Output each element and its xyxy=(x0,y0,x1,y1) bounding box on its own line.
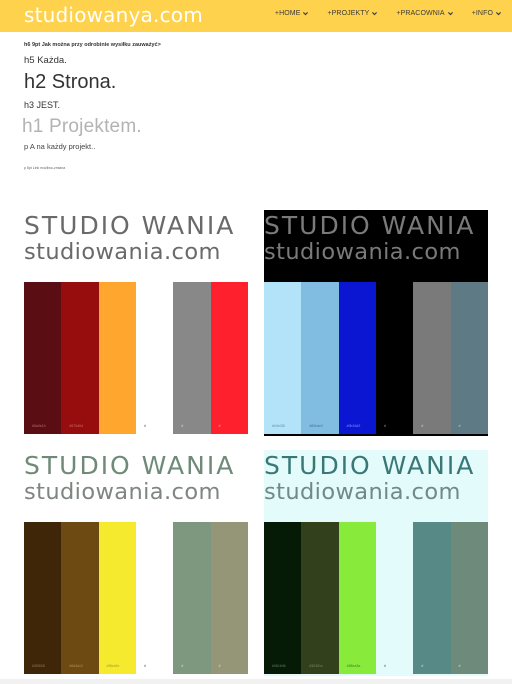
color-palette: #5a0e14 #970d0d # # # xyxy=(24,282,248,434)
swatch-hex: #061b06 xyxy=(272,664,286,668)
heading-h3: h3 JEST. xyxy=(24,100,61,110)
swatch-hex: #5a0e14 xyxy=(32,424,46,428)
color-palette: #061b06 #32401c #88ea3a # # # xyxy=(264,522,488,674)
chevron-down-icon xyxy=(302,10,309,17)
swatch-hex: # xyxy=(383,664,386,668)
color-swatch: # xyxy=(450,282,488,434)
brand-url: studiowania.com xyxy=(24,479,221,505)
heading-h6: h6 9pt Jak można przy odrobinie wysiłku … xyxy=(24,42,161,48)
paragraph: p A na każdy projekt.. xyxy=(24,142,96,151)
heading-h2: h2 Strona. xyxy=(24,71,117,93)
swatch-hex: # xyxy=(218,664,221,668)
color-swatch: # xyxy=(413,282,451,434)
swatch-hex: #970d0d xyxy=(69,424,83,428)
color-swatch: #88ea3a xyxy=(338,522,376,674)
color-swatch: #32401c xyxy=(301,522,339,674)
brand-url: studiowania.com xyxy=(24,239,221,265)
brand-url: studiowania.com xyxy=(264,239,461,265)
swatch-hex: #6d4a12 xyxy=(69,664,83,668)
color-swatch: # xyxy=(135,282,174,434)
chevron-down-icon xyxy=(495,10,502,17)
nav-item-info[interactable]: +INFO xyxy=(472,10,502,17)
color-swatch: # xyxy=(375,282,414,434)
swatch-hex: #88ea3a xyxy=(346,664,361,668)
swatch-hex: # xyxy=(181,664,184,668)
color-swatch: # xyxy=(173,522,211,674)
chevron-down-icon xyxy=(447,10,454,17)
swatch-hex: # xyxy=(218,424,221,428)
site-header: studiowanya.com +HOME +PROJEKTY +PRACOWN… xyxy=(0,0,512,32)
nav-item-label: +INFO xyxy=(471,10,493,17)
brand-url: studiowania.com xyxy=(264,479,461,505)
nav-item-pracownia[interactable]: +PRACOWNIA xyxy=(396,10,453,17)
swatch-hex: # xyxy=(421,424,424,428)
brand-title: STUDIO WANIA xyxy=(24,211,236,240)
nav-item-label: +PRACOWNIA xyxy=(396,10,445,17)
color-swatch: #f5ea2e xyxy=(98,522,136,674)
color-swatch: #6d4a12 xyxy=(61,522,99,674)
swatch-hex: #f5ea2e xyxy=(106,664,120,668)
color-swatch: #b3e3f8 xyxy=(264,282,302,434)
nav-item-home[interactable]: +HOME xyxy=(275,10,310,17)
swatch-hex: #b3e3f8 xyxy=(272,424,285,428)
color-swatch: # xyxy=(375,522,414,674)
swatch-hex: # xyxy=(383,424,386,428)
footer-divider xyxy=(0,679,512,684)
color-swatch: #970d0d xyxy=(61,282,99,434)
color-swatch: #0b16d2 xyxy=(338,282,376,434)
heading-h1: h1 Projektem. xyxy=(22,116,142,137)
color-swatch: # xyxy=(135,522,174,674)
heading-h5: h5 Każda. xyxy=(24,55,67,66)
color-swatch: # xyxy=(450,522,488,674)
color-swatch: #3f2608 xyxy=(24,522,62,674)
color-swatch: # xyxy=(413,522,451,674)
swatch-hex: #3f2608 xyxy=(32,664,45,668)
brand-title: STUDIO WANIA xyxy=(24,451,236,480)
swatch-hex: #32401c xyxy=(309,664,323,668)
color-swatch: # xyxy=(173,282,211,434)
brand-title: STUDIO WANIA xyxy=(264,451,476,480)
main-nav: +HOME +PROJEKTY +PRACOWNIA +INFO xyxy=(275,10,502,17)
nav-item-projekty[interactable]: +PROJEKTY xyxy=(327,10,378,17)
color-palette: #b3e3f8 #80bde0 #0b16d2 # # # xyxy=(264,282,488,434)
swatch-hex: # xyxy=(458,424,461,428)
swatch-hex: # xyxy=(143,424,146,428)
color-palette: #3f2608 #6d4a12 #f5ea2e # # # xyxy=(24,522,248,674)
swatch-hex: #80bde0 xyxy=(309,424,323,428)
color-swatch xyxy=(98,282,136,434)
brand-card-mint[interactable]: STUDIO WANIA studiowania.com #061b06 #32… xyxy=(264,450,488,676)
color-swatch: # xyxy=(210,522,248,674)
brand-card-olive[interactable]: STUDIO WANIA studiowania.com #3f2608 #6d… xyxy=(24,450,248,676)
color-swatch: #80bde0 xyxy=(301,282,339,434)
site-logo[interactable]: studiowanya.com xyxy=(24,3,203,27)
small-paragraph: p 8pt Link możliwo-zmiana xyxy=(24,166,66,170)
color-swatch: #061b06 xyxy=(264,522,302,674)
brand-card-light[interactable]: STUDIO WANIA studiowania.com #5a0e14 #97… xyxy=(24,210,248,436)
swatch-hex: # xyxy=(458,664,461,668)
chevron-down-icon xyxy=(371,10,378,17)
swatch-hex: #0b16d2 xyxy=(346,424,361,428)
nav-item-label: +HOME xyxy=(274,10,301,17)
brand-title: STUDIO WANIA xyxy=(264,211,476,240)
color-swatch: #5a0e14 xyxy=(24,282,62,434)
swatch-hex: # xyxy=(421,664,424,668)
brand-card-dark[interactable]: STUDIO WANIA studiowania.com #b3e3f8 #80… xyxy=(264,210,488,436)
swatch-hex: # xyxy=(143,664,146,668)
color-swatch: # xyxy=(210,282,248,434)
swatch-hex: # xyxy=(181,424,184,428)
nav-item-label: +PROJEKTY xyxy=(327,10,370,17)
